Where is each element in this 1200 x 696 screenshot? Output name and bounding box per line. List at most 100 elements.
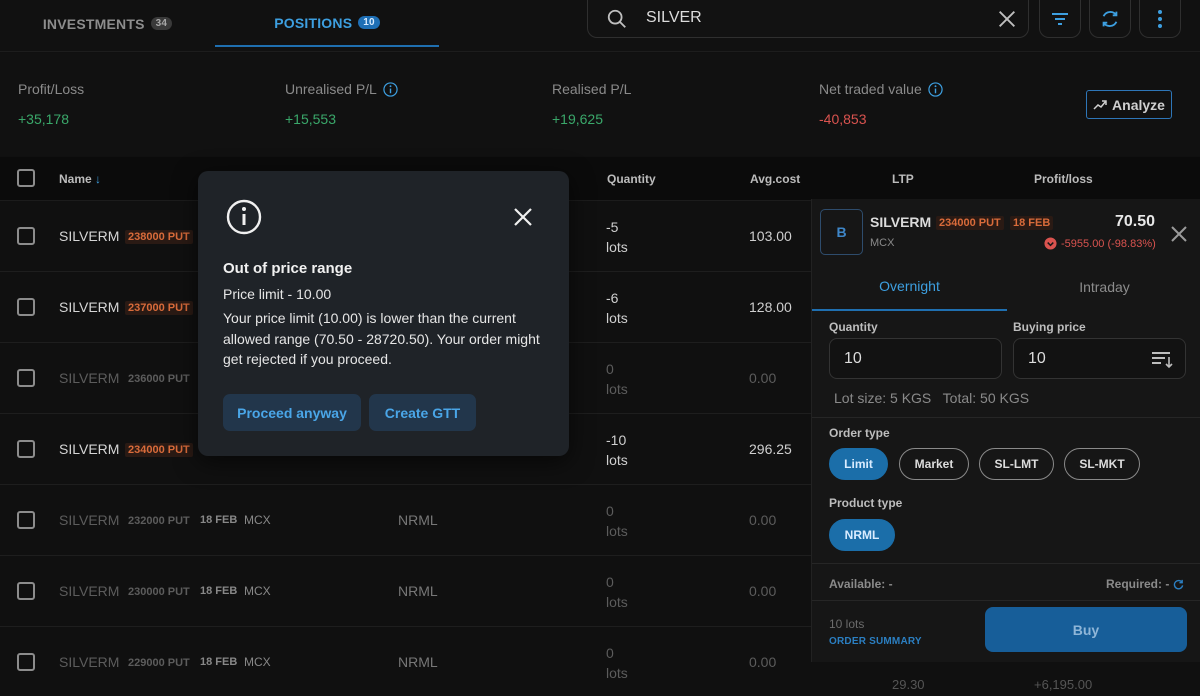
row-strike: 229000 PUT xyxy=(128,657,190,669)
stat-value: -40,853 xyxy=(819,111,867,127)
info-icon[interactable] xyxy=(383,81,398,97)
row-strike: 236000 PUT xyxy=(128,373,190,385)
quantity-input[interactable]: 10 xyxy=(829,338,1002,379)
row-checkbox[interactable] xyxy=(17,227,35,245)
order-type-market[interactable]: Market xyxy=(899,448,969,480)
qty-value: -10 xyxy=(606,432,627,448)
row-exchange: MCX xyxy=(244,584,271,598)
row-strike: 237000 PUT xyxy=(125,301,193,315)
clear-search-icon[interactable] xyxy=(996,8,1018,30)
qty-unit: lots xyxy=(606,310,628,326)
tab-overnight[interactable]: Overnight xyxy=(812,263,1007,311)
col-profit-loss[interactable]: Profit/loss xyxy=(1034,172,1093,186)
product-type-label: Product type xyxy=(829,496,903,510)
info-icon[interactable] xyxy=(928,81,943,97)
panel-symbol: SILVERM xyxy=(870,214,932,230)
filter-button[interactable] xyxy=(1039,0,1081,38)
pl-summary: Profit/Loss +35,178 Unrealised P/L +15,5… xyxy=(0,53,1200,156)
qty-value: 0 xyxy=(606,361,614,377)
investments-count-badge: 34 xyxy=(150,17,173,30)
dialog-message: Your price limit (10.00) is lower than t… xyxy=(223,310,540,367)
order-type-sl-lmt[interactable]: SL-LMT xyxy=(979,448,1054,480)
row-symbol: SILVERM xyxy=(59,228,120,244)
panel-strike: 234000 PUT xyxy=(936,216,1004,230)
row-avg-cost: 0.00 xyxy=(749,654,777,670)
row-symbol: SILVERM xyxy=(59,299,120,315)
required-margin: Required: - xyxy=(1106,577,1184,591)
info-icon xyxy=(226,199,262,235)
row-avg-cost: 128.00 xyxy=(749,299,792,315)
order-type-limit[interactable]: Limit xyxy=(829,448,888,480)
arrow-down-circle-icon xyxy=(1044,237,1057,250)
panel-change: -5955.00 (-98.83%) xyxy=(1044,237,1156,250)
stat-value: +15,553 xyxy=(285,111,336,127)
tab-intraday[interactable]: Intraday xyxy=(1007,263,1200,311)
buying-price-input[interactable]: 10 xyxy=(1013,338,1186,379)
row-symbol: SILVERM xyxy=(59,370,120,386)
row-quantity: 0 lots xyxy=(606,501,628,541)
tab-investments-label: INVESTMENTS xyxy=(42,15,145,32)
tab-investments[interactable]: INVESTMENTS 34 xyxy=(0,0,215,47)
row-exchange: MCX xyxy=(244,655,271,669)
qty-unit: lots xyxy=(606,239,628,255)
row-checkbox[interactable] xyxy=(17,440,35,458)
divider xyxy=(812,417,1200,418)
order-summary-link[interactable]: ORDER SUMMARY xyxy=(829,636,922,647)
change-value: -5955.00 (-98.83%) xyxy=(1061,237,1156,250)
tab-positions[interactable]: POSITIONS 10 xyxy=(215,0,439,47)
panel-exchange: MCX xyxy=(870,237,895,249)
order-type-sl-mkt[interactable]: SL-MKT xyxy=(1064,448,1140,480)
proceed-anyway-button[interactable]: Proceed anyway xyxy=(223,394,361,431)
qty-value: -5 xyxy=(606,219,619,235)
filter-icon xyxy=(1052,12,1068,25)
close-panel-icon[interactable] xyxy=(1170,225,1188,243)
col-avg-cost[interactable]: Avg.cost xyxy=(750,172,800,186)
row-quantity: -5 lots xyxy=(606,217,628,257)
row-symbol: SILVERM xyxy=(59,441,120,457)
select-all-checkbox[interactable] xyxy=(17,169,35,187)
row-checkbox[interactable] xyxy=(17,582,35,600)
more-options-button[interactable] xyxy=(1139,0,1181,38)
row-checkbox[interactable] xyxy=(17,369,35,387)
row-quantity: 0 lots xyxy=(606,359,628,399)
price-range-dialog: Out of price range Price limit - 10.00 Y… xyxy=(198,171,569,456)
row-checkbox[interactable] xyxy=(17,653,35,671)
row-profit-loss: +6,195.00 xyxy=(1034,677,1093,692)
col-name-label: Name xyxy=(59,172,92,186)
sort-lines-icon[interactable] xyxy=(1151,349,1173,369)
stat-value: +35,178 xyxy=(18,111,69,127)
lot-info: Lot size: 5 KGS Total: 50 KGS xyxy=(834,390,1030,406)
row-product: NRML xyxy=(398,654,438,670)
row-quantity: -10 lots xyxy=(606,430,628,470)
qty-unit: lots xyxy=(606,452,628,468)
col-quantity[interactable]: Quantity xyxy=(607,172,656,186)
create-gtt-button[interactable]: Create GTT xyxy=(369,394,476,431)
row-strike: 232000 PUT xyxy=(128,515,190,527)
instrument-logo: B xyxy=(820,209,863,255)
col-name[interactable]: Name ↓ xyxy=(59,172,101,186)
qty-unit: lots xyxy=(606,523,628,539)
product-type-nrml[interactable]: NRML xyxy=(829,519,895,551)
row-quantity: -6 lots xyxy=(606,288,628,328)
row-exchange: MCX xyxy=(244,513,271,527)
required-value: Required: - xyxy=(1106,577,1170,591)
row-checkbox[interactable] xyxy=(17,298,35,316)
order-type-label: Order type xyxy=(829,426,890,440)
stat-profit-loss: Profit/Loss +35,178 xyxy=(18,81,84,127)
refresh-icon[interactable] xyxy=(1173,579,1184,590)
refresh-button[interactable] xyxy=(1089,0,1131,38)
qty-unit: lots xyxy=(606,594,628,610)
table-header: Name ↓ Quantity Avg.cost LTP Profit/loss xyxy=(0,157,1200,201)
buy-button[interactable]: Buy xyxy=(985,607,1187,652)
qty-unit: lots xyxy=(606,665,628,681)
close-icon[interactable] xyxy=(512,206,534,228)
top-bar: INVESTMENTS 34 POSITIONS 10 xyxy=(0,0,1200,52)
stat-label: Profit/Loss xyxy=(18,81,85,97)
dialog-price-limit: Price limit - 10.00 xyxy=(223,286,332,302)
col-ltp[interactable]: LTP xyxy=(892,172,914,186)
analyze-button[interactable]: Analyze xyxy=(1086,90,1172,119)
row-checkbox[interactable] xyxy=(17,511,35,529)
stat-net-traded: Net traded value -40,853 xyxy=(819,81,943,127)
search-input[interactable] xyxy=(646,6,976,30)
stat-label: Realised P/L xyxy=(552,81,632,97)
